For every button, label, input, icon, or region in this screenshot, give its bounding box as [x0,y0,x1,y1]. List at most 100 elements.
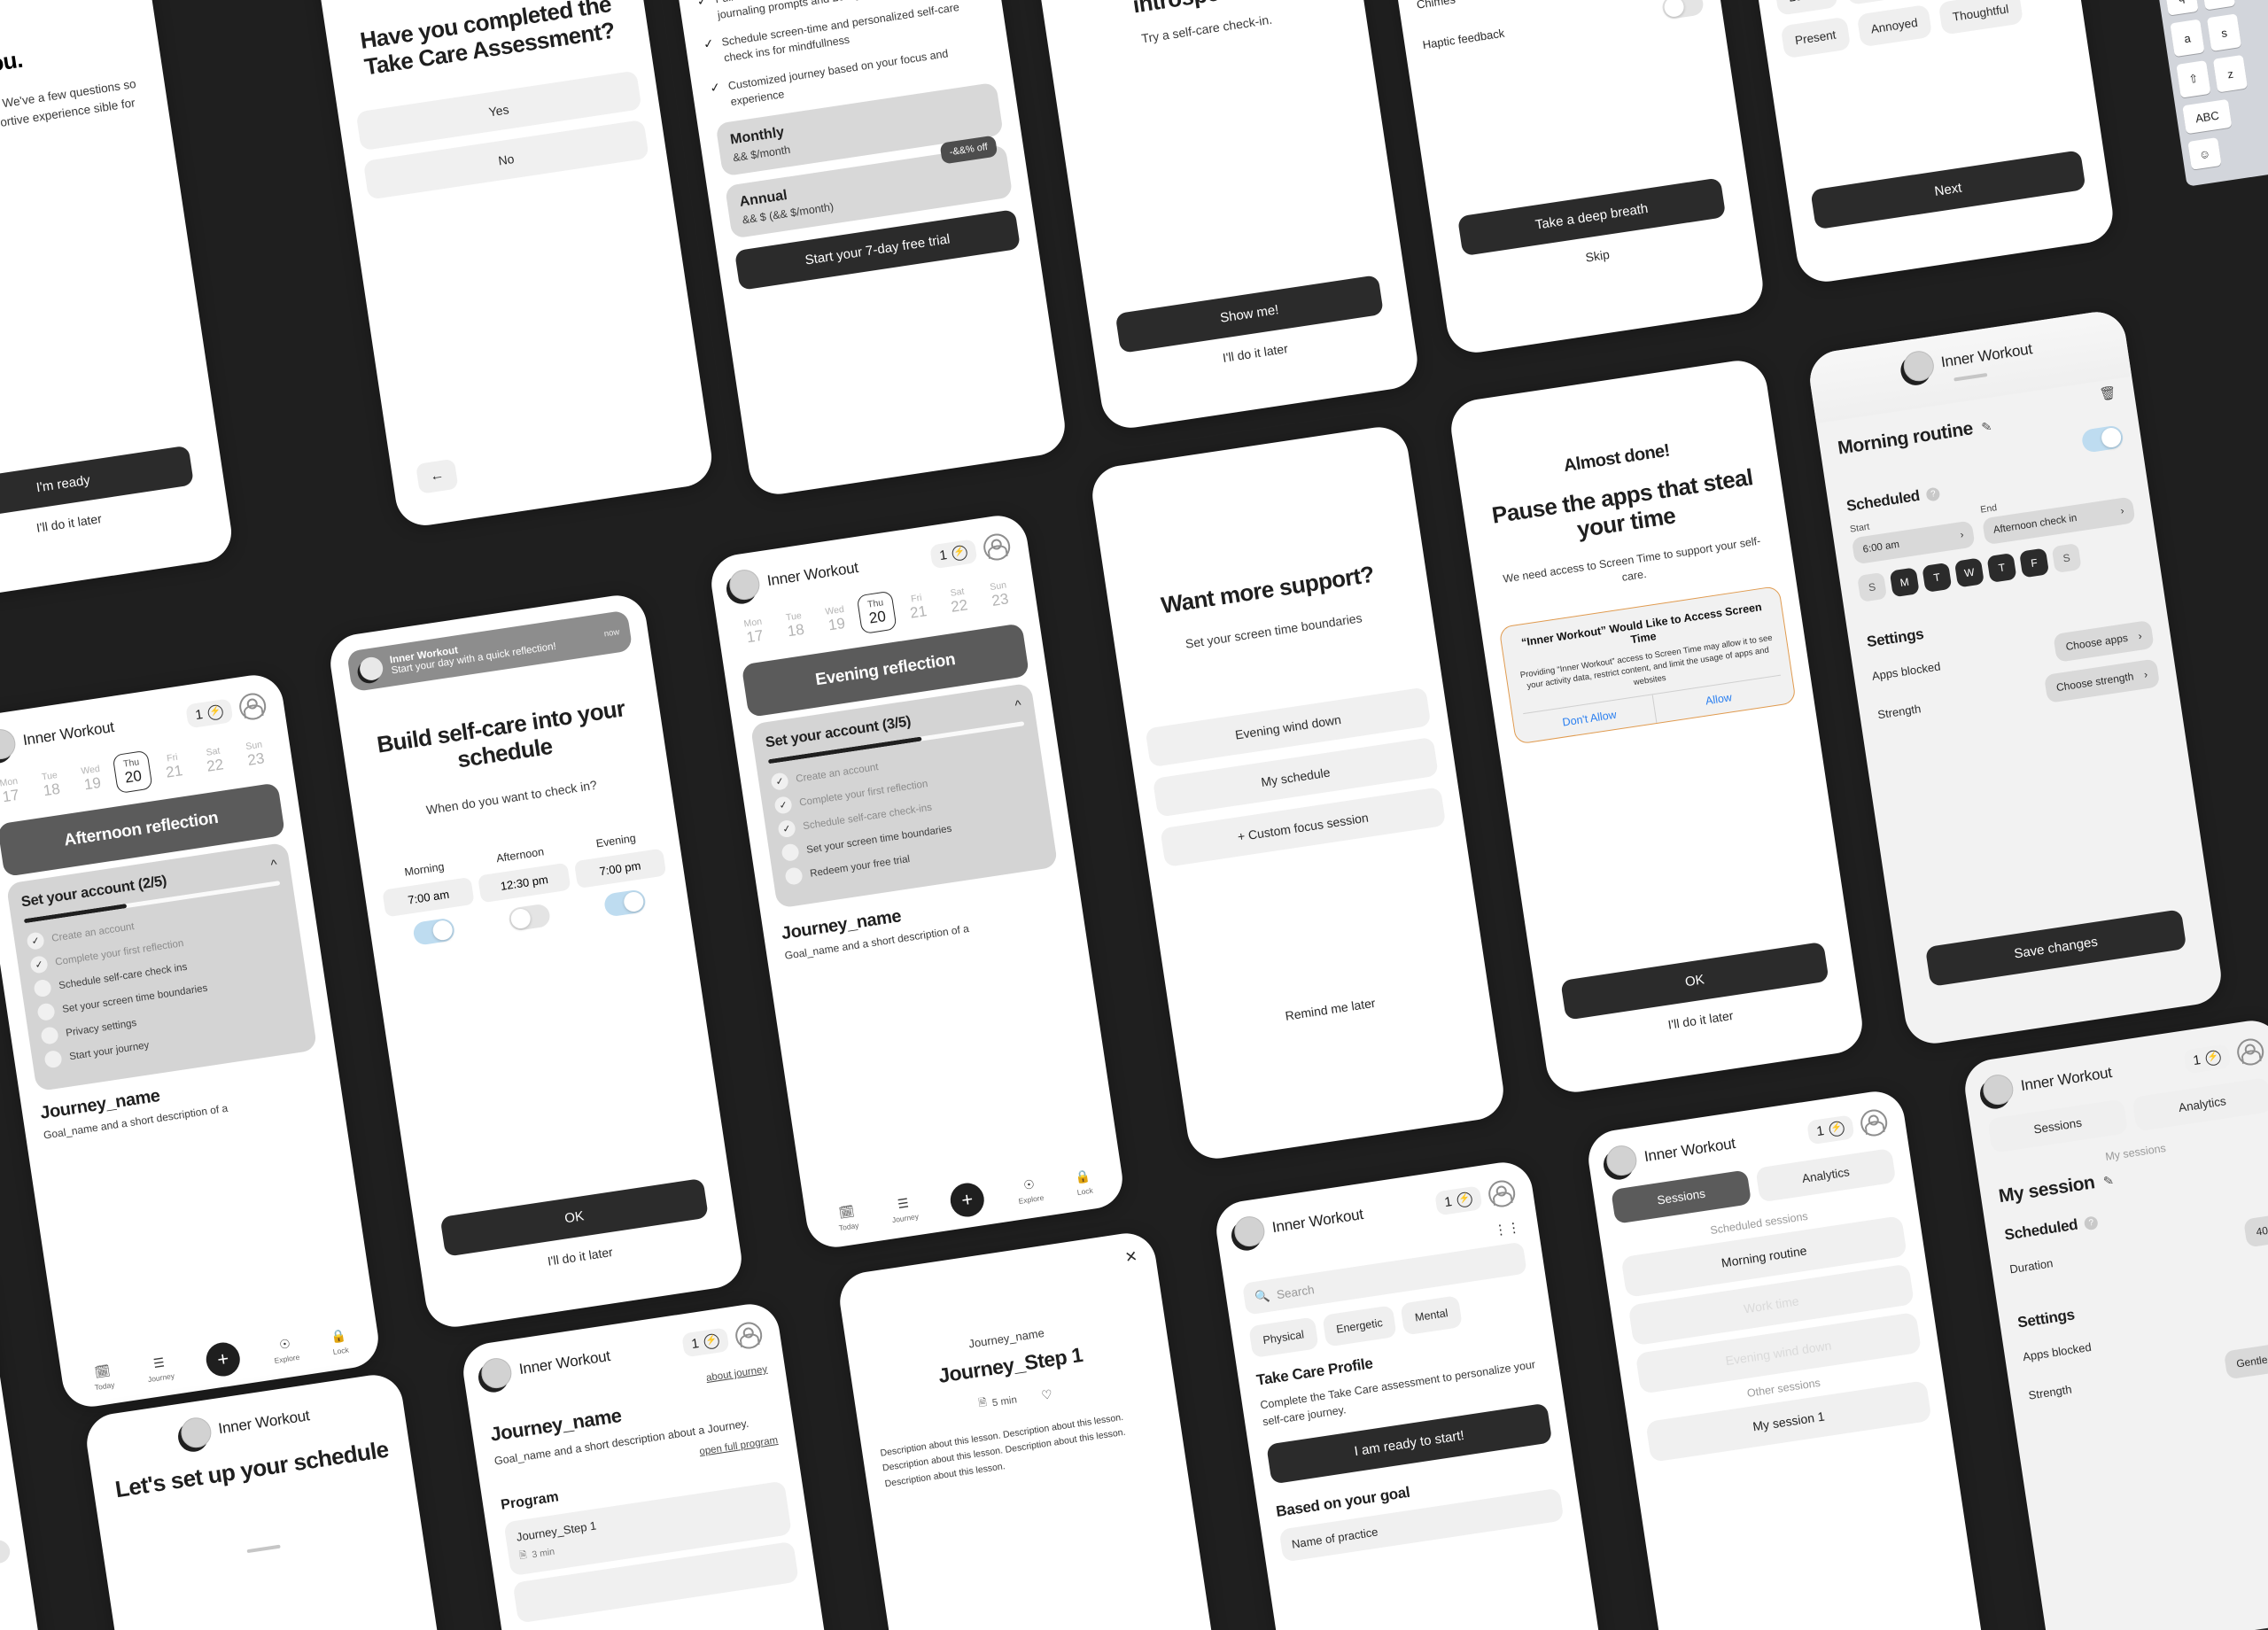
trash-icon[interactable]: 🗑 [2098,384,2117,403]
tab-analytics[interactable]: Analytics [2132,1076,2268,1132]
calendar-day-selected[interactable]: Thu 20 [856,590,897,635]
day-toggle[interactable]: T [1922,562,1953,593]
trash-icon[interactable]: 🗑 [0,1487,3,1505]
coin-balance[interactable]: 1 ⚡ [1433,1184,1483,1216]
mood-chip[interactable]: Thoughtful [1938,0,2023,35]
avatar[interactable] [982,532,1013,563]
slot-afternoon-time[interactable]: 12:30 pm [478,862,571,903]
tab-today[interactable]: 🗓 Today [91,1362,115,1393]
slot-morning-time[interactable]: 7:00 am [382,876,475,918]
pencil-icon[interactable]: ✎ [2102,1173,2115,1190]
day-toggle[interactable]: S [2051,542,2082,574]
tab-analytics[interactable]: Analytics [1755,1147,1897,1203]
key-w[interactable]: w [2200,0,2236,11]
mood-next-button[interactable]: Next [1810,150,2086,230]
key-a[interactable]: a [2170,19,2205,58]
heart-icon[interactable]: ♡ [1040,1386,1053,1403]
add-button[interactable]: + [204,1339,243,1379]
tab-explore[interactable]: ☉ Explore [1015,1176,1045,1206]
calendar-day[interactable]: Wed 19 [816,599,857,640]
calendar-day-selected[interactable]: Thu 20 [112,749,153,795]
chevron-up-icon[interactable]: ^ [1014,697,1022,713]
coin-balance[interactable]: 1 ⚡ [928,538,978,570]
calendar-day[interactable]: Sat 22 [938,580,979,622]
calendar-day[interactable]: Wed 19 [72,758,113,800]
day-toggle[interactable]: W [1953,557,1984,588]
calendar-day[interactable]: Fri 21 [897,586,938,628]
coin-balance[interactable]: 1 ⚡ [2182,1043,2232,1075]
tab-journey[interactable]: ☰ Journey [889,1194,919,1224]
day-toggle[interactable]: T [1986,552,2017,583]
sheet-grabber[interactable] [246,1544,281,1554]
avatar[interactable] [1859,1107,1890,1138]
tab-sessions[interactable]: Sessions [1987,1098,2129,1153]
abc-key[interactable]: ABC [2182,98,2233,135]
haptic-toggle[interactable] [1660,0,1705,20]
tab-sessions[interactable]: Sessions [1611,1169,1752,1224]
mood-chip[interactable]: Lonely [1774,0,1838,16]
coin-balance[interactable]: 1 ⚡ [184,697,234,729]
filter-physical[interactable]: Physical [1248,1316,1319,1359]
coin-count: 1 [194,706,205,723]
coin-balance[interactable]: 1 ⚡ [1806,1114,1855,1145]
slot-afternoon-toggle[interactable] [507,902,552,932]
avatar[interactable] [734,1320,765,1351]
mood-chip[interactable]: Annoyed [1856,4,1933,48]
calendar-day[interactable]: Sun 23 [235,734,276,775]
calendar-day[interactable]: Sat 22 [194,740,235,781]
shift-key-icon[interactable]: ⇧ [2176,60,2211,98]
strength-value[interactable]: Gentle accou [2224,1339,2268,1380]
remind-me-later-link[interactable]: Remind me later [1198,982,1463,1036]
question-icon[interactable]: ? [1925,485,1941,501]
duration-value[interactable]: 40 m [2243,1213,2268,1248]
key-s[interactable]: s [2206,13,2242,51]
screen-explore: Inner Workout 1 ⚡ ⋮⋮ 🔍 Search Physical E… [1212,1158,1632,1630]
notification-preview[interactable]: Inner Workout Start your day with a quic… [346,609,633,693]
calendar-day[interactable]: Sun 23 [979,574,1020,616]
about-journey-link[interactable]: about journey [705,1364,768,1384]
calendar-day[interactable]: Fri 21 [153,746,194,788]
pencil-icon[interactable]: ✎ [1980,418,1992,435]
emoji-key-icon[interactable]: ☺ [2187,137,2222,170]
avatar[interactable] [237,691,268,722]
add-button[interactable]: + [948,1180,987,1220]
arrow-left-icon[interactable]: ← [416,458,459,494]
calendar-day[interactable]: Tue 18 [31,764,72,805]
filter-mental[interactable]: Mental [1400,1295,1463,1336]
day-toggle[interactable]: M [1889,567,1920,598]
tab-lock[interactable]: 🔒 Lock [330,1328,349,1356]
chevron-up-icon[interactable]: ^ [270,857,278,873]
avatar[interactable] [2235,1036,2266,1067]
avatar[interactable] [1487,1178,1518,1209]
choose-strength-button[interactable]: Choose strength › [2043,658,2161,703]
close-icon[interactable]: ✕ [1123,1247,1138,1267]
key-q[interactable]: q [2163,0,2199,16]
save-changes-button[interactable]: Save changes [1924,909,2187,987]
mood-chip[interactable]: Thankful [1844,0,1919,6]
coin-balance[interactable]: 1 ⚡ [680,1326,730,1358]
question-icon[interactable]: ? [2083,1215,2099,1230]
app-name: Inner Workout [765,559,860,590]
save-changes-button[interactable]: Save change [2079,1618,2268,1630]
routine-enabled-toggle[interactable] [2080,424,2124,454]
tab-lock[interactable]: 🔒 Lock [1074,1168,1093,1197]
mood-chip[interactable]: Present [1780,16,1851,59]
calendar-day[interactable]: Mon 17 [734,610,774,652]
filter-sliders-icon[interactable]: ⋮⋮ [1493,1219,1521,1238]
tab-explore[interactable]: ☉ Explore [271,1335,300,1365]
tab-today[interactable]: 🗓 Today [835,1203,859,1233]
filter-energetic[interactable]: Energetic [1321,1305,1398,1347]
slot-evening-toggle[interactable] [602,888,648,918]
choose-apps-button[interactable]: Choose apps › [2053,619,2155,663]
key-z[interactable]: z [2212,54,2249,93]
slot-morning-toggle[interactable] [411,917,456,946]
day-toggle[interactable]: S [1857,571,1888,602]
calendar-day[interactable]: Mon 17 [0,770,30,811]
calendar-day[interactable]: Tue 18 [775,604,816,646]
open-full-program-link[interactable]: open full program [699,1435,779,1457]
day-toggle[interactable]: F [2019,547,2050,578]
slot-evening-time[interactable]: 7:00 pm [573,848,667,889]
screen-home-evening: Inner Workout 1 ⚡ Mon 17 Tue 18 Wed 19 Thu 2… [707,511,1127,1252]
fragment-toggle[interactable] [0,1538,12,1568]
tab-journey[interactable]: ☰ Journey [144,1354,175,1384]
